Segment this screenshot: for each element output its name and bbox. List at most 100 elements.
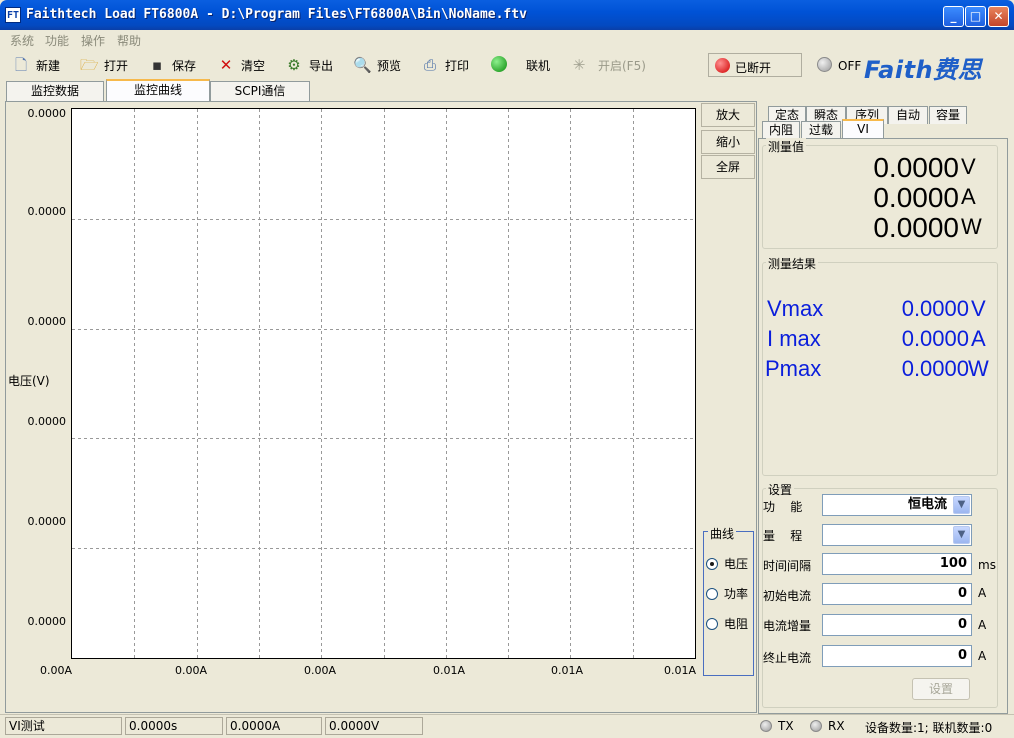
zoom-out-button[interactable]: 缩小 bbox=[701, 130, 755, 154]
pmax-unit: W bbox=[968, 356, 989, 381]
interval-label: 时间间隔 bbox=[763, 559, 812, 573]
range-select[interactable]: ▼ bbox=[822, 524, 972, 546]
plot-grid bbox=[72, 109, 695, 658]
tab-monitor-data[interactable]: 监控数据 bbox=[6, 81, 104, 101]
tab-monitor-curve[interactable]: 监控曲线 bbox=[106, 79, 210, 102]
x-tick-label: 0.01A bbox=[432, 664, 466, 677]
results-group-title: 测量结果 bbox=[766, 255, 819, 272]
clear-button[interactable]: ✕ 清空 bbox=[217, 55, 265, 75]
power-led-icon bbox=[817, 57, 832, 72]
status-mode: VI测试 bbox=[5, 717, 122, 735]
print-label: 打印 bbox=[445, 58, 470, 73]
function-select-value: 恒电流 bbox=[907, 497, 947, 512]
tab-auto[interactable]: 自动 bbox=[888, 106, 928, 124]
plot-area[interactable] bbox=[71, 108, 696, 659]
status-voltage: 0.0000V bbox=[325, 717, 423, 735]
tab-capacity[interactable]: 容量 bbox=[929, 106, 967, 124]
imax-label: I max bbox=[767, 326, 821, 351]
connect-button[interactable]: 联机 bbox=[490, 55, 550, 75]
imax-unit: A bbox=[971, 326, 986, 351]
curve-option-label: 功率 bbox=[724, 587, 749, 601]
connect-label: 联机 bbox=[526, 58, 551, 73]
curve-option-resistance[interactable]: 电阻 bbox=[706, 615, 748, 632]
app-icon: FT bbox=[5, 7, 21, 23]
end-current-input[interactable]: 0 bbox=[822, 645, 972, 667]
radio-button[interactable] bbox=[706, 557, 718, 570]
chevron-down-icon[interactable]: ▼ bbox=[953, 496, 970, 514]
tx-label: TX bbox=[778, 719, 794, 733]
print-button[interactable]: ⎙ 打印 bbox=[421, 55, 469, 75]
radio-button[interactable] bbox=[706, 587, 718, 600]
export-button[interactable]: ⚙ 导出 bbox=[285, 55, 333, 75]
printer-icon: ⎙ bbox=[423, 56, 436, 74]
new-button[interactable]: 🗋 新建 bbox=[12, 55, 60, 75]
end-current-label: 终止电流 bbox=[763, 651, 812, 665]
function-select[interactable]: 恒电流 ▼ bbox=[822, 494, 972, 516]
measure-group-title: 测量值 bbox=[766, 138, 807, 155]
disconnected-led-icon bbox=[715, 58, 730, 73]
apply-settings-button[interactable]: 设置 bbox=[912, 678, 970, 700]
curve-option-label: 电压 bbox=[724, 557, 749, 571]
radio-button[interactable] bbox=[706, 617, 718, 630]
connection-status-box: 已断开 bbox=[708, 53, 802, 77]
save-button[interactable]: ▪ 保存 bbox=[148, 55, 196, 75]
pmax-label: Pmax bbox=[765, 356, 822, 381]
start-current-input[interactable]: 0 bbox=[822, 583, 972, 605]
x-tick-label: 0.01A bbox=[663, 664, 697, 677]
step-current-input[interactable]: 0 bbox=[822, 614, 972, 636]
step-current-unit: A bbox=[978, 618, 987, 632]
menu-system[interactable]: 系统 bbox=[10, 32, 34, 49]
y-tick-label: 0.0000 bbox=[27, 515, 67, 528]
start-button[interactable]: ✳ 开启(F5) bbox=[570, 55, 646, 75]
fullscreen-button[interactable]: 全屏 bbox=[701, 155, 755, 179]
y-axis-label: 电压(V) bbox=[8, 374, 50, 388]
settings-group-title: 设置 bbox=[766, 481, 795, 498]
voltage-value: 0.0000 bbox=[873, 152, 959, 183]
start-current-label: 初始电流 bbox=[763, 589, 812, 603]
preview-magnifier-icon: 🔍 bbox=[353, 56, 372, 74]
minimize-button[interactable]: _ bbox=[943, 6, 964, 27]
tx-led-icon bbox=[760, 720, 772, 732]
y-tick-label: 0.0000 bbox=[27, 205, 67, 218]
start-label: 开启(F5) bbox=[598, 58, 646, 73]
tab-internal-resistance[interactable]: 内阻 bbox=[762, 121, 800, 139]
interval-unit: ms bbox=[978, 558, 996, 572]
end-current-unit: A bbox=[978, 649, 987, 663]
interval-input[interactable]: 100 bbox=[822, 553, 972, 575]
current-value: 0.0000 bbox=[873, 182, 959, 213]
curve-option-label: 电阻 bbox=[724, 617, 749, 631]
maximize-button[interactable]: □ bbox=[965, 6, 986, 27]
new-file-icon: 🗋 bbox=[14, 56, 28, 74]
save-label: 保存 bbox=[172, 58, 197, 73]
power-value: 0.0000 bbox=[873, 212, 959, 243]
title-bar[interactable]: FT Faithtech Load FT6800A - D:\Program F… bbox=[0, 0, 1014, 30]
curve-option-power[interactable]: 功率 bbox=[706, 585, 748, 602]
y-tick-label: 0.0000 bbox=[27, 615, 67, 628]
device-count: 设备数量:1; 联机数量:0 bbox=[865, 721, 993, 735]
x-tick-label: 0.00A bbox=[303, 664, 337, 677]
tab-vi[interactable]: VI bbox=[842, 119, 884, 139]
menu-help[interactable]: 帮助 bbox=[117, 32, 141, 49]
pmax-value: 0.0000 bbox=[901, 356, 969, 381]
zoom-in-button[interactable]: 放大 bbox=[701, 103, 755, 127]
tab-scpi[interactable]: SCPI通信 bbox=[210, 81, 310, 101]
window-title: Faithtech Load FT6800A - D:\Program File… bbox=[26, 7, 527, 22]
globe-icon bbox=[490, 56, 508, 74]
imax-value: 0.0000 bbox=[901, 326, 969, 351]
menu-function[interactable]: 功能 bbox=[45, 32, 69, 49]
status-current: 0.0000A bbox=[226, 717, 322, 735]
function-label: 功 能 bbox=[763, 500, 803, 514]
preview-button[interactable]: 🔍 预览 bbox=[353, 55, 401, 75]
vmax-value: 0.0000 bbox=[901, 296, 969, 321]
chevron-down-icon[interactable]: ▼ bbox=[953, 526, 970, 544]
tab-overload[interactable]: 过载 bbox=[801, 121, 841, 139]
curve-option-voltage[interactable]: 电压 bbox=[706, 555, 748, 572]
rx-led-icon bbox=[810, 720, 822, 732]
clear-x-icon: ✕ bbox=[219, 56, 233, 74]
step-current-label: 电流增量 bbox=[763, 619, 812, 633]
menu-operation[interactable]: 操作 bbox=[81, 32, 105, 49]
open-button[interactable]: 🗁 打开 bbox=[80, 55, 128, 75]
y-tick-label: 0.0000 bbox=[27, 107, 67, 120]
close-button[interactable]: ✕ bbox=[988, 6, 1009, 27]
x-tick-label: 0.00A bbox=[174, 664, 208, 677]
